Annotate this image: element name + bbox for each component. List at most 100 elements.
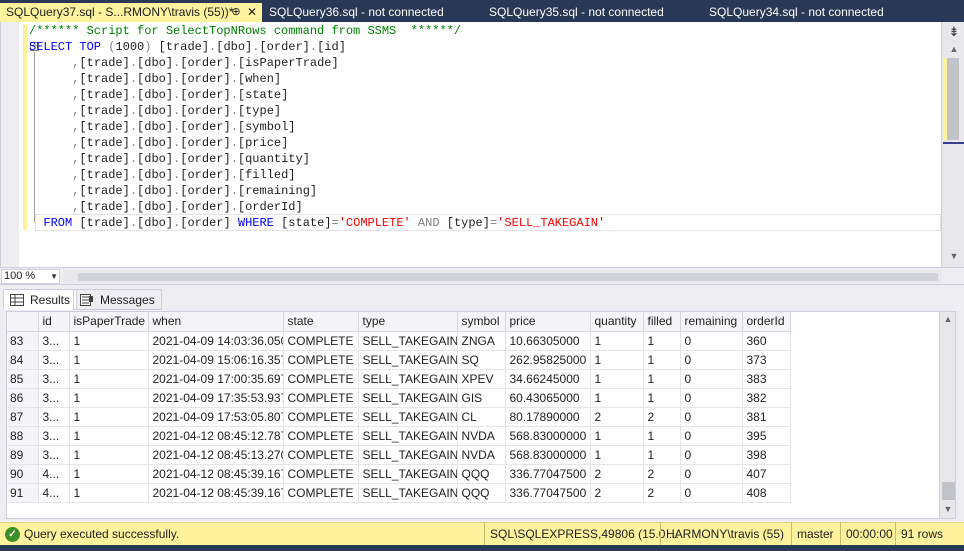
table-row[interactable]: 85 3... 1 2021-04-09 17:00:35.697 COMPLETE SE… <box>7 369 791 389</box>
table-cell[interactable]: 381 <box>742 407 791 427</box>
table-cell[interactable]: 2021-04-12 08:45:39.167 <box>148 464 284 484</box>
table-cell[interactable]: 3... <box>38 331 70 351</box>
table-cell[interactable]: 395 <box>742 426 791 446</box>
code-line[interactable]: ,[trade].[dbo].[order].[filled] <box>29 167 605 183</box>
table-cell[interactable]: SELL_TAKEGAIN <box>358 350 458 370</box>
column-header[interactable]: quantity <box>590 312 644 332</box>
table-cell[interactable]: 3... <box>38 350 70 370</box>
column-header[interactable]: isPaperTrade <box>69 312 149 332</box>
table-cell[interactable]: SQ <box>457 350 506 370</box>
table-cell[interactable]: 2 <box>590 464 644 484</box>
table-cell[interactable]: 336.77047500 <box>505 464 591 484</box>
row-number[interactable]: 83 <box>7 331 39 351</box>
table-cell[interactable]: 1 <box>643 331 681 351</box>
code-line[interactable]: ,[trade].[dbo].[order].[remaining] <box>29 183 605 199</box>
table-cell[interactable]: COMPLETE <box>283 464 359 484</box>
table-cell[interactable]: 2021-04-09 17:00:35.697 <box>148 369 284 389</box>
table-cell[interactable]: XPEV <box>457 369 506 389</box>
table-cell[interactable]: 1 <box>643 445 681 465</box>
table-cell[interactable]: 383 <box>742 369 791 389</box>
row-number[interactable]: 85 <box>7 369 39 389</box>
table-cell[interactable]: SELL_TAKEGAIN <box>358 445 458 465</box>
column-header[interactable]: id <box>38 312 70 332</box>
row-number[interactable]: 91 <box>7 483 39 503</box>
column-header[interactable]: symbol <box>457 312 506 332</box>
table-row[interactable]: 87 3... 1 2021-04-09 17:53:05.807 COMPLETE SE… <box>7 407 791 427</box>
table-cell[interactable]: 2021-04-09 17:53:05.807 <box>148 407 284 427</box>
table-cell[interactable]: SELL_TAKEGAIN <box>358 369 458 389</box>
table-row[interactable]: 83 3... 1 2021-04-09 14:03:36.050 COMPLETE SE… <box>7 331 791 351</box>
table-cell[interactable]: 2021-04-12 08:45:13.270 <box>148 445 284 465</box>
table-cell[interactable]: ZNGA <box>457 331 506 351</box>
table-cell[interactable]: 0 <box>680 407 743 427</box>
table-cell[interactable]: 2 <box>590 407 644 427</box>
tab-sqlquery36[interactable]: SQLQuery36.sql - not connected <box>263 3 477 22</box>
column-header[interactable]: when <box>148 312 284 332</box>
table-cell[interactable]: 1 <box>643 388 681 408</box>
table-cell[interactable]: CL <box>457 407 506 427</box>
table-cell[interactable]: 1 <box>69 331 149 351</box>
code-line[interactable]: /****** Script for SelectTopNRows comman… <box>29 23 605 39</box>
table-cell[interactable]: 3... <box>38 388 70 408</box>
row-number[interactable]: 88 <box>7 426 39 446</box>
table-cell[interactable]: 1 <box>590 388 644 408</box>
table-cell[interactable]: COMPLETE <box>283 407 359 427</box>
table-row[interactable]: 88 3... 1 2021-04-12 08:45:12.787 COMPLETE SE… <box>7 426 791 446</box>
zoom-select[interactable]: 100 % ▼ <box>1 269 60 284</box>
table-cell[interactable]: 1 <box>69 350 149 370</box>
table-cell[interactable]: QQQ <box>457 483 506 503</box>
table-cell[interactable]: 398 <box>742 445 791 465</box>
row-number[interactable]: 84 <box>7 350 39 370</box>
tab-sqlquery35[interactable]: SQLQuery35.sql - not connected <box>483 3 697 22</box>
table-cell[interactable]: 2 <box>643 464 681 484</box>
column-header[interactable]: price <box>505 312 591 332</box>
code-line[interactable]: ,[trade].[dbo].[order].[quantity] <box>29 151 605 167</box>
table-cell[interactable]: SELL_TAKEGAIN <box>358 407 458 427</box>
code-line[interactable]: ,[trade].[dbo].[order].[isPaperTrade] <box>29 55 605 71</box>
table-cell[interactable]: COMPLETE <box>283 426 359 446</box>
scroll-up-icon[interactable]: ▲ <box>940 314 955 326</box>
table-cell[interactable]: 34.66245000 <box>505 369 591 389</box>
table-cell[interactable]: 1 <box>69 426 149 446</box>
table-cell[interactable]: 10.66305000 <box>505 331 591 351</box>
table-row[interactable]: 89 3... 1 2021-04-12 08:45:13.270 COMPLETE SE… <box>7 445 791 465</box>
table-cell[interactable]: SELL_TAKEGAIN <box>358 426 458 446</box>
table-cell[interactable]: 0 <box>680 331 743 351</box>
tab-sqlquery37[interactable]: SQLQuery37.sql - S...RMONY\travis (55))*… <box>0 3 262 22</box>
table-cell[interactable]: 3... <box>38 426 70 446</box>
row-number[interactable]: 86 <box>7 388 39 408</box>
code-line[interactable]: SELECT TOP (1000) [trade].[dbo].[order].… <box>29 39 605 55</box>
row-number[interactable]: 90 <box>7 464 39 484</box>
table-row[interactable]: 86 3... 1 2021-04-09 17:35:53.937 COMPLETE SE… <box>7 388 791 408</box>
table-cell[interactable]: 2 <box>590 483 644 503</box>
table-cell[interactable]: 568.83000000 <box>505 445 591 465</box>
table-cell[interactable]: SELL_TAKEGAIN <box>358 483 458 503</box>
editor-vertical-scrollbar[interactable]: ⇟ ▲ ▼ <box>941 22 964 267</box>
table-cell[interactable]: 568.83000000 <box>505 426 591 446</box>
table-cell[interactable]: 0 <box>680 464 743 484</box>
table-cell[interactable]: SELL_TAKEGAIN <box>358 331 458 351</box>
table-row[interactable]: 91 4... 1 2021-04-12 08:45:39.167 COMPLETE SE… <box>7 483 791 503</box>
table-cell[interactable]: 0 <box>680 369 743 389</box>
table-cell[interactable]: 373 <box>742 350 791 370</box>
split-editor-icon[interactable]: ⇟ <box>946 24 962 40</box>
column-header[interactable]: state <box>283 312 359 332</box>
code-line[interactable]: ,[trade].[dbo].[order].[symbol] <box>29 119 605 135</box>
table-cell[interactable]: 2021-04-09 17:35:53.937 <box>148 388 284 408</box>
scroll-down-icon[interactable]: ▼ <box>940 504 955 516</box>
table-cell[interactable]: 1 <box>69 388 149 408</box>
table-cell[interactable]: 1 <box>590 350 644 370</box>
table-cell[interactable]: 0 <box>680 388 743 408</box>
table-cell[interactable]: COMPLETE <box>283 350 359 370</box>
table-cell[interactable]: 3... <box>38 369 70 389</box>
table-cell[interactable]: NVDA <box>457 426 506 446</box>
code-line[interactable]: ,[trade].[dbo].[order].[when] <box>29 71 605 87</box>
column-header[interactable]: orderId <box>742 312 791 332</box>
table-cell[interactable]: COMPLETE <box>283 388 359 408</box>
code-line[interactable]: ,[trade].[dbo].[order].[type] <box>29 103 605 119</box>
table-cell[interactable]: 1 <box>590 445 644 465</box>
table-cell[interactable]: 382 <box>742 388 791 408</box>
editor-horizontal-scrollbar[interactable] <box>64 270 942 283</box>
code-line[interactable]: ,[trade].[dbo].[order].[price] <box>29 135 605 151</box>
column-header[interactable] <box>7 312 39 332</box>
